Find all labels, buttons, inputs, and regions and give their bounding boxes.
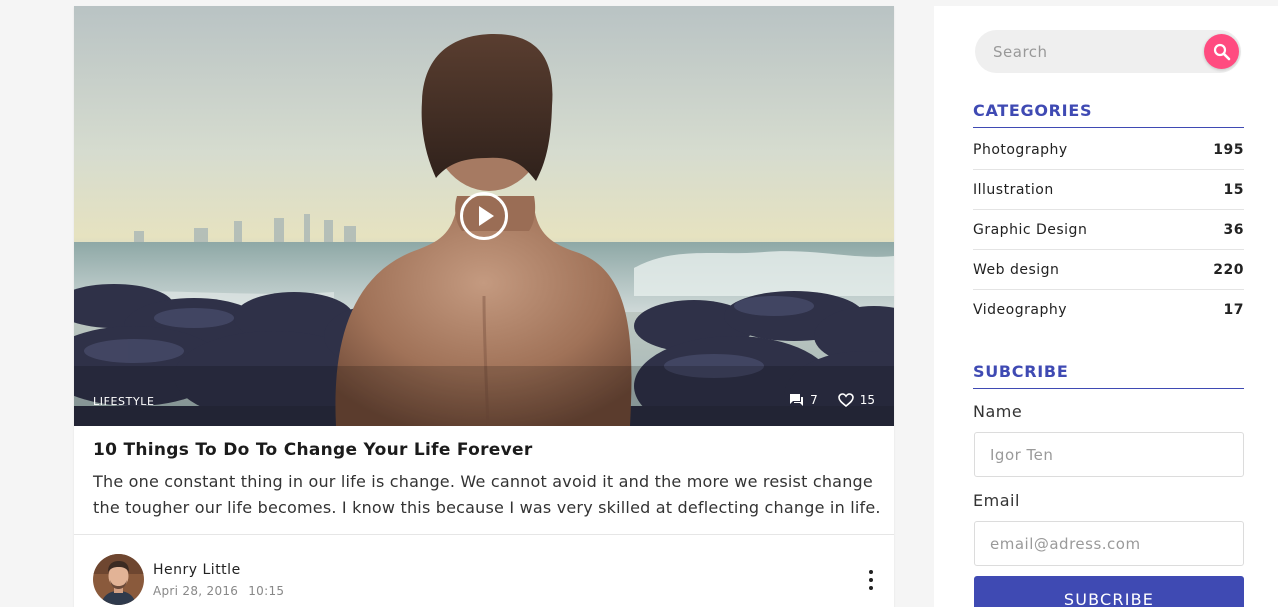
category-count: 36 (1223, 221, 1244, 238)
subscribe-button[interactable]: SUBCRIBE (974, 576, 1244, 607)
category-item-illustration[interactable]: Illustration 15 (973, 170, 1244, 210)
categories-title: CATEGORIES (973, 101, 1244, 128)
comment-icon (790, 394, 804, 406)
category-count: 195 (1213, 141, 1244, 158)
post-stats: 7 15 (769, 393, 875, 407)
category-item-photography[interactable]: Photography 195 (973, 130, 1244, 170)
category-count: 15 (1223, 181, 1244, 198)
avatar[interactable] (93, 554, 144, 605)
likes-count: 15 (859, 393, 875, 407)
category-count: 17 (1223, 302, 1244, 318)
post-date-time: 10:15 (248, 583, 285, 598)
post-date: Apri 28, 2016 10:15 (153, 584, 284, 598)
name-label: Name (973, 402, 1023, 421)
post-excerpt: The one constant thing in our life is ch… (93, 472, 881, 517)
category-item-graphic-design[interactable]: Graphic Design 36 (973, 210, 1244, 250)
category-label: Web design (973, 261, 1060, 278)
post-category-tag[interactable]: LIFESTYLE (93, 395, 155, 408)
heart-icon (837, 393, 854, 407)
search-button[interactable] (1204, 34, 1239, 69)
search-icon (1213, 43, 1230, 60)
subscribe-title: SUBCRIBE (973, 362, 1244, 389)
name-field[interactable] (974, 432, 1244, 477)
category-label: Videography (973, 302, 1067, 318)
post-date-day: Apri 28, 2016 (153, 583, 239, 598)
post-video[interactable]: LIFESTYLE 7 15 (74, 6, 894, 426)
category-count: 220 (1213, 261, 1244, 278)
comments-count: 7 (810, 393, 818, 407)
email-label: Email (973, 491, 1020, 510)
post-author: Henry Little Apri 28, 2016 10:15 (93, 554, 284, 605)
author-meta: Henry Little Apri 28, 2016 10:15 (153, 562, 284, 598)
author-name[interactable]: Henry Little (153, 562, 284, 578)
post-card: LIFESTYLE 7 15 10 Things To Do To Change… (74, 6, 894, 607)
more-vertical-icon[interactable] (866, 570, 876, 590)
categories-list: Photography 195 Illustration 15 Graphic … (973, 130, 1244, 330)
sidebar: CATEGORIES Photography 195 Illustration … (934, 6, 1278, 607)
category-label: Photography (973, 141, 1068, 158)
category-label: Illustration (973, 181, 1054, 198)
post-divider (74, 534, 894, 535)
category-label: Graphic Design (973, 221, 1088, 238)
email-field[interactable] (974, 521, 1244, 566)
likes-stat[interactable]: 15 (837, 393, 875, 407)
post-title[interactable]: 10 Things To Do To Change Your Life Fore… (93, 440, 533, 460)
category-item-videography[interactable]: Videography 17 (973, 290, 1244, 330)
category-item-web-design[interactable]: Web design 220 (973, 250, 1244, 290)
search-bar (975, 30, 1241, 73)
search-input[interactable] (975, 30, 1205, 73)
play-icon[interactable] (459, 191, 509, 241)
comments-stat[interactable]: 7 (789, 393, 818, 407)
